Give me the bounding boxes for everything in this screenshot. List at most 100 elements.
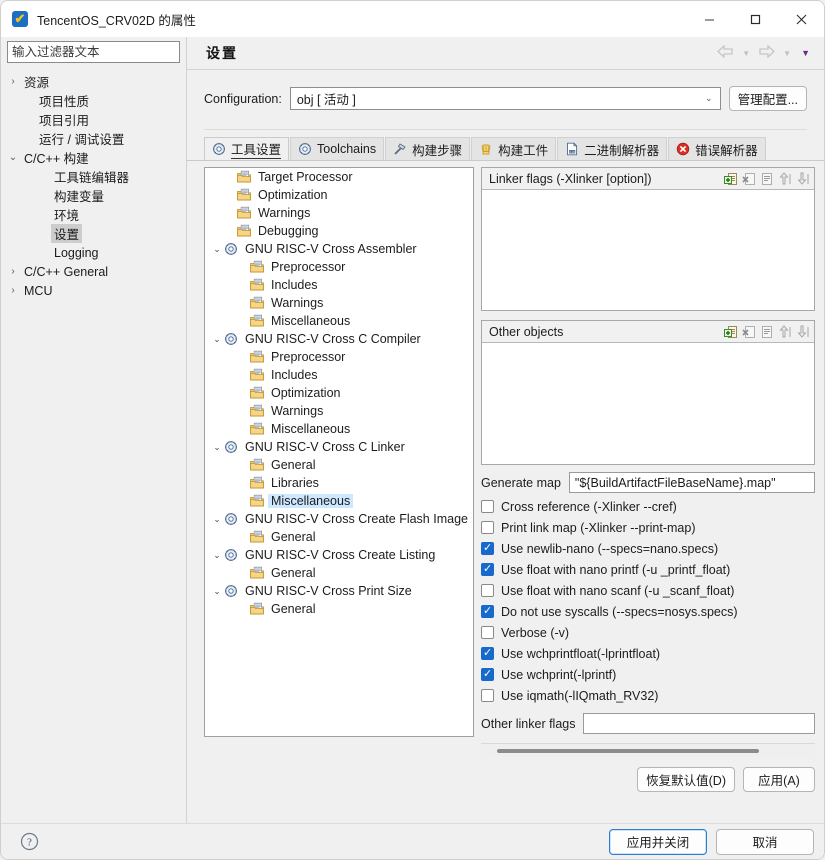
tool-tree-item[interactable]: General bbox=[205, 456, 473, 474]
tool-tree-item[interactable]: Optimization bbox=[205, 186, 473, 204]
checkbox-checked[interactable] bbox=[481, 541, 494, 555]
apply-and-close-button[interactable]: 应用并关闭 bbox=[609, 828, 707, 855]
checkbox-row[interactable]: Use float with nano scanf (-u _scanf_flo… bbox=[481, 580, 815, 601]
checkbox-unchecked[interactable] bbox=[481, 584, 494, 597]
manage-configurations-button[interactable]: 管理配置... bbox=[728, 86, 807, 111]
checkbox-unchecked[interactable] bbox=[481, 521, 494, 534]
tool-tree-item[interactable]: Libraries bbox=[205, 474, 473, 492]
sidebar-item[interactable]: 项目性质 bbox=[1, 91, 186, 110]
tool-category-tree[interactable]: Target Processor Optimization Warnings Debu… bbox=[204, 167, 474, 737]
tool-tree-item[interactable]: ⌄ GNU RISC-V Cross Create Listing bbox=[205, 546, 473, 564]
tool-tree-item[interactable]: General bbox=[205, 600, 473, 618]
cancel-button[interactable]: 取消 bbox=[716, 828, 814, 855]
chevron-right-icon[interactable]: › bbox=[5, 72, 21, 91]
move-up-icon[interactable] bbox=[778, 324, 792, 339]
chevron-down-icon[interactable]: ⌄ bbox=[210, 244, 224, 255]
checkbox-row[interactable]: Use iqmath(-lIQmath_RV32) bbox=[481, 685, 815, 706]
sidebar-item[interactable]: 设置 bbox=[1, 224, 186, 243]
view-menu-chevron-down-icon[interactable]: ▼ bbox=[797, 48, 814, 58]
sidebar-item[interactable]: › MCU bbox=[1, 281, 186, 300]
chevron-down-icon[interactable]: ⌄ bbox=[5, 148, 21, 167]
forward-arrow-icon[interactable] bbox=[756, 44, 777, 62]
restore-defaults-button[interactable]: 恢复默认值(D) bbox=[637, 767, 735, 792]
apply-button[interactable]: 应用(A) bbox=[743, 767, 815, 792]
delete-icon[interactable] bbox=[742, 172, 756, 186]
move-down-icon[interactable] bbox=[796, 172, 810, 186]
help-circle-icon[interactable]: ? bbox=[20, 832, 39, 851]
checkbox-unchecked[interactable] bbox=[481, 689, 494, 702]
forward-menu-chevron-down-icon[interactable]: ▼ bbox=[779, 49, 795, 58]
tool-tree-item[interactable]: Optimization bbox=[205, 384, 473, 402]
other-linker-flags-input[interactable] bbox=[583, 713, 815, 734]
tool-tree-item[interactable]: Includes bbox=[205, 366, 473, 384]
scrollbar-thumb[interactable] bbox=[497, 749, 759, 753]
filter-box[interactable] bbox=[7, 41, 180, 63]
add-icon[interactable] bbox=[724, 172, 738, 186]
back-arrow-icon[interactable] bbox=[715, 44, 736, 62]
sidebar-item[interactable]: 运行 / 调试设置 bbox=[1, 129, 186, 148]
tab-1[interactable]: 工具设置 bbox=[204, 137, 290, 160]
tool-tree-item[interactable]: ⌄ GNU RISC-V Cross Create Flash Image bbox=[205, 510, 473, 528]
tab-2[interactable]: Toolchains bbox=[290, 137, 385, 160]
checkbox-row[interactable]: Print link map (-Xlinker --print-map) bbox=[481, 517, 815, 538]
checkbox-checked[interactable] bbox=[481, 562, 494, 576]
generate-map-input[interactable]: "${BuildArtifactFileBaseName}.map" bbox=[568, 472, 815, 493]
sidebar-item[interactable]: › C/C++ General bbox=[1, 262, 186, 281]
horizontal-scrollbar[interactable] bbox=[481, 743, 815, 757]
tool-tree-item[interactable]: Miscellaneous bbox=[205, 420, 473, 438]
chevron-right-icon[interactable]: › bbox=[5, 281, 21, 300]
chevron-down-icon[interactable]: ⌄ bbox=[210, 334, 224, 345]
checkbox-unchecked[interactable] bbox=[481, 500, 494, 513]
checkbox-checked[interactable] bbox=[481, 604, 494, 618]
sidebar-item[interactable]: 工具链编辑器 bbox=[1, 167, 186, 186]
edit-icon[interactable] bbox=[760, 325, 774, 339]
checkbox-checked[interactable] bbox=[481, 667, 494, 681]
tab-4[interactable]: 构建工件 bbox=[471, 137, 557, 160]
minimize-button[interactable] bbox=[686, 1, 732, 37]
tool-tree-item[interactable]: Miscellaneous bbox=[205, 492, 473, 510]
tool-tree-item[interactable]: Target Processor bbox=[205, 168, 473, 186]
configuration-select[interactable]: obj [ 活动 ] ⌄ bbox=[289, 87, 721, 110]
checkbox-row[interactable]: Cross reference (-Xlinker --cref) bbox=[481, 496, 815, 517]
maximize-button[interactable] bbox=[732, 1, 778, 37]
other-objects-list[interactable] bbox=[482, 343, 814, 464]
back-menu-chevron-down-icon[interactable]: ▼ bbox=[738, 49, 754, 58]
tool-tree-item[interactable]: Warnings bbox=[205, 204, 473, 222]
tool-tree-item[interactable]: ⌄ GNU RISC-V Cross Print Size bbox=[205, 582, 473, 600]
chevron-down-icon[interactable]: ⌄ bbox=[210, 550, 224, 561]
tool-tree-item[interactable]: Debugging bbox=[205, 222, 473, 240]
close-button[interactable] bbox=[778, 1, 824, 37]
tool-tree-item[interactable]: Preprocessor bbox=[205, 258, 473, 276]
delete-icon[interactable] bbox=[742, 325, 756, 339]
tool-tree-item[interactable]: Warnings bbox=[205, 402, 473, 420]
tool-tree-item[interactable]: Warnings bbox=[205, 294, 473, 312]
tool-tree-item[interactable]: Preprocessor bbox=[205, 348, 473, 366]
chevron-down-icon[interactable]: ⌄ bbox=[210, 586, 224, 597]
tool-tree-item[interactable]: ⌄ GNU RISC-V Cross C Linker bbox=[205, 438, 473, 456]
checkbox-unchecked[interactable] bbox=[481, 626, 494, 639]
checkbox-row[interactable]: Do not use syscalls (--specs=nosys.specs… bbox=[481, 601, 815, 622]
checkbox-row[interactable]: Use newlib-nano (--specs=nano.specs) bbox=[481, 538, 815, 559]
tab-6[interactable]: 错误解析器 bbox=[668, 137, 766, 160]
checkbox-row[interactable]: Use wchprintfloat(-lprintfloat) bbox=[481, 643, 815, 664]
edit-icon[interactable] bbox=[760, 172, 774, 186]
sidebar-item[interactable]: › 资源 bbox=[1, 72, 186, 91]
move-down-icon[interactable] bbox=[796, 325, 810, 339]
tab-5[interactable]: 010 二进制解析器 bbox=[557, 137, 668, 160]
filter-input[interactable] bbox=[12, 45, 175, 59]
chevron-down-icon[interactable]: ⌄ bbox=[210, 442, 224, 453]
tool-tree-item[interactable]: General bbox=[205, 564, 473, 582]
checkbox-checked[interactable] bbox=[481, 646, 494, 660]
sidebar-item[interactable]: 项目引用 bbox=[1, 110, 186, 129]
linker-flags-list[interactable] bbox=[482, 190, 814, 310]
chevron-right-icon[interactable]: › bbox=[5, 262, 21, 281]
tool-tree-item[interactable]: ⌄ GNU RISC-V Cross C Compiler bbox=[205, 330, 473, 348]
sidebar-item[interactable]: ⌄ C/C++ 构建 bbox=[1, 148, 186, 167]
tool-tree-item[interactable]: ⌄ GNU RISC-V Cross Assembler bbox=[205, 240, 473, 258]
chevron-down-icon[interactable]: ⌄ bbox=[210, 514, 224, 525]
tool-tree-item[interactable]: Includes bbox=[205, 276, 473, 294]
tool-tree-item[interactable]: General bbox=[205, 528, 473, 546]
sidebar-item[interactable]: 构建变量 bbox=[1, 186, 186, 205]
checkbox-row[interactable]: Use float with nano printf (-u _printf_f… bbox=[481, 559, 815, 580]
checkbox-row[interactable]: Verbose (-v) bbox=[481, 622, 815, 643]
